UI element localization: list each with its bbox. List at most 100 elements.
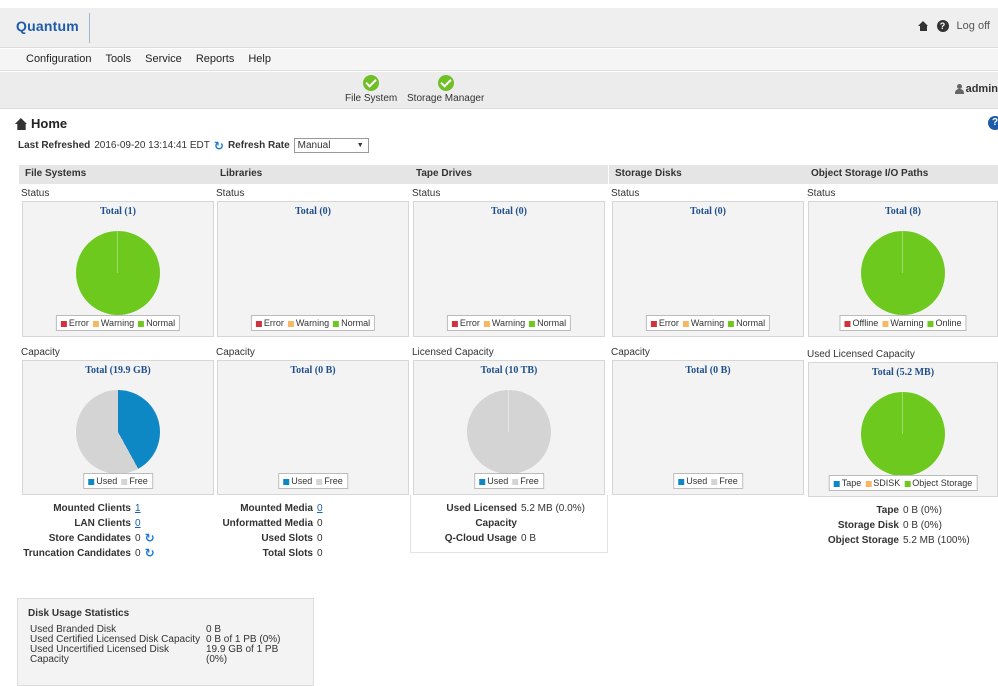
legend-error[interactable]: Error <box>451 318 480 328</box>
mounted-clients-link[interactable]: 1 <box>135 501 141 516</box>
chart-legend: Used Free <box>278 473 348 489</box>
capacity-chart: Total (5.2 MB) Tape SDISK Object Storage <box>808 362 998 497</box>
chart-legend: Used Free <box>673 473 743 489</box>
stat-label: Unformatted Media <box>222 518 313 529</box>
legend-normal[interactable]: Normal <box>529 318 566 328</box>
capacity-label: Capacity <box>216 347 255 358</box>
legend-error[interactable]: Error <box>650 318 679 328</box>
capacity-chart: Total (19.9 GB) Used Free <box>22 360 214 495</box>
pie-normal <box>76 231 160 315</box>
object-storage-stats: Tape 0 B (0%) Storage Disk 0 B (0%) Object… <box>805 497 998 548</box>
stat-label: Total Slots <box>262 548 313 559</box>
stat-label: Used Slots <box>261 533 313 544</box>
log-off-link[interactable]: Log off <box>957 20 990 32</box>
status-chart: Total (0) Error Warning Normal <box>612 201 804 337</box>
legend-online[interactable]: Online <box>927 318 962 328</box>
status-chart: Total (1) Error Warning Normal <box>22 201 214 337</box>
menu-reports[interactable]: Reports <box>196 53 235 65</box>
legend-warning[interactable]: Warning <box>92 318 134 328</box>
chart-legend: Used Free <box>83 473 153 489</box>
chart-total: Total (0) <box>490 206 528 217</box>
tape-drives-panel: Tape Drives Status Total (0) Error Warni… <box>410 165 608 553</box>
legend-object-storage[interactable]: Object Storage <box>904 478 972 488</box>
legend-normal[interactable]: Normal <box>138 318 175 328</box>
status-label: Status <box>412 188 441 199</box>
capacity-chart: Total (0 B) Used Free <box>612 360 804 495</box>
capacity-chart: Total (10 TB) Used Free <box>413 360 605 495</box>
menu-help[interactable]: Help <box>248 53 271 65</box>
panel-title: Tape Drives <box>410 165 608 184</box>
page-help-icon[interactable]: ? <box>988 116 998 130</box>
pie-used-free <box>76 390 160 474</box>
top-actions: ? Log off <box>917 20 990 32</box>
page-title-text: Home <box>31 116 68 131</box>
last-refreshed-value: 2016-09-20 13:14:41 EDT <box>94 140 210 151</box>
legend-free[interactable]: Free <box>316 476 343 486</box>
chart-legend: Tape SDISK Object Storage <box>828 475 978 491</box>
legend-used[interactable]: Used <box>479 476 508 486</box>
legend-warning[interactable]: Warning <box>682 318 724 328</box>
legend-normal[interactable]: Normal <box>333 318 370 328</box>
status-storage-manager-label: Storage Manager <box>407 93 485 104</box>
chart-total: Total (0) <box>689 206 727 217</box>
help-icon[interactable]: ? <box>936 20 949 32</box>
legend-error[interactable]: Error <box>255 318 284 328</box>
legend-warning[interactable]: Warning <box>287 318 329 328</box>
stat-label: Truncation Candidates <box>23 548 131 559</box>
chart-total: Total (1) <box>99 206 137 217</box>
quantum-logo: Quantum <box>16 18 79 34</box>
user-name: admin <box>965 83 998 95</box>
chart-total: Total (0) <box>294 206 332 217</box>
home-icon[interactable] <box>917 21 929 31</box>
panel-title: File Systems <box>19 165 217 184</box>
stat-value: 0 B (0%) <box>903 505 942 516</box>
chart-legend: Error Warning Normal <box>55 315 181 331</box>
disk-usage-title: Disk Usage Statistics <box>28 608 130 619</box>
refresh-icon[interactable]: ↻ <box>214 139 224 153</box>
legend-used[interactable]: Used <box>678 476 707 486</box>
menu-tools[interactable]: Tools <box>105 53 131 65</box>
status-label: Status <box>611 188 640 199</box>
legend-warning[interactable]: Warning <box>882 318 924 328</box>
panel-title: Libraries <box>214 165 412 184</box>
tape-stats: Used Licensed Capacity 5.2 MB (0.0%) Q-Cl… <box>410 495 608 553</box>
pie-online <box>861 231 945 315</box>
menu-service[interactable]: Service <box>145 53 182 65</box>
mounted-media-link[interactable]: 0 <box>317 501 323 516</box>
disk-usage-statistics: Disk Usage Statistics Used Branded Disk … <box>17 598 314 686</box>
page-title: Home <box>14 116 68 131</box>
pie-used-free <box>467 390 551 474</box>
menu-configuration[interactable]: Configuration <box>26 53 91 65</box>
check-icon <box>363 75 380 91</box>
legend-offline[interactable]: Offline <box>844 318 878 328</box>
refresh-icon[interactable]: ↻ <box>145 531 155 546</box>
capacity-label: Capacity <box>611 347 650 358</box>
stat-value: 5.2 MB (0.0%) <box>521 503 585 514</box>
refresh-icon[interactable]: ↻ <box>145 546 155 561</box>
user-menu[interactable]: admin <box>954 83 998 95</box>
status-label: Status <box>21 188 50 199</box>
legend-free[interactable]: Free <box>711 476 738 486</box>
legend-sdisk[interactable]: SDISK <box>865 478 900 488</box>
stat-label: Mounted Media <box>240 503 313 514</box>
stat-value: 0 <box>317 533 323 544</box>
legend-warning[interactable]: Warning <box>483 318 525 328</box>
stat-value: 0 <box>317 548 323 559</box>
refresh-rate-select[interactable]: Manual <box>293 138 369 153</box>
legend-free[interactable]: Free <box>121 476 148 486</box>
legend-tape[interactable]: Tape <box>833 478 861 488</box>
status-file-system[interactable]: File System <box>345 75 397 104</box>
legend-used[interactable]: Used <box>283 476 312 486</box>
status-chart: Total (0) Error Warning Normal <box>413 201 605 337</box>
legend-free[interactable]: Free <box>512 476 539 486</box>
status-storage-manager[interactable]: Storage Manager <box>407 75 484 104</box>
legend-normal[interactable]: Normal <box>728 318 765 328</box>
stat-label: Object Storage <box>827 535 899 546</box>
panel-title: Storage Disks <box>609 165 807 184</box>
library-stats: Mounted Media 0 Unformatted Media 0 Used S… <box>214 495 412 561</box>
refresh-row: Last Refreshed 2016-09-20 13:14:41 EDT ↻… <box>18 138 369 153</box>
lan-clients-link[interactable]: 0 <box>135 516 141 531</box>
legend-used[interactable]: Used <box>88 476 117 486</box>
status-file-system-label: File System <box>345 93 398 104</box>
legend-error[interactable]: Error <box>60 318 89 328</box>
